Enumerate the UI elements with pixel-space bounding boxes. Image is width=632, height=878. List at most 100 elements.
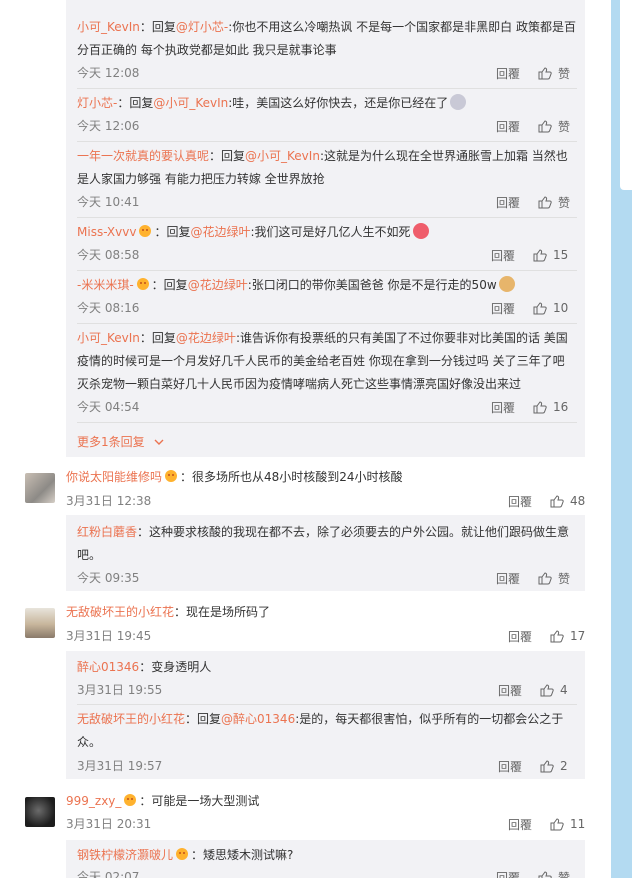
reply-time: 今天 08:16: [77, 301, 140, 315]
comment-text: 999_zxy_ ：可能是一场大型测试: [66, 792, 260, 808]
like-count: 赞: [558, 870, 571, 878]
reply-button[interactable]: 回覆: [508, 816, 532, 833]
reply-actions: 回覆 赞: [496, 570, 570, 586]
like-count: 4: [560, 683, 568, 697]
divider: [77, 323, 577, 324]
reply-button[interactable]: 回覆: [508, 628, 532, 645]
reply-actions: 回覆 16: [491, 399, 568, 415]
reply-author[interactable]: 红粉白蘑香: [77, 525, 137, 539]
like-count: 赞: [558, 571, 571, 586]
comment-author[interactable]: 999_zxy_: [66, 794, 121, 808]
like-count: 15: [553, 248, 569, 262]
reply-text: 无敌破坏王的小红花：回复@醉心01346:是的，每天都很害怕，似乎所有的一切都会…: [77, 712, 564, 749]
reply-author[interactable]: 小可_KevIn: [77, 331, 140, 345]
like-count: 赞: [558, 195, 571, 210]
comment-author[interactable]: 无敌破坏王的小红花: [66, 605, 174, 619]
reply-author[interactable]: 灯小芯-: [77, 96, 117, 110]
reply-text: 一年一次就真的要认真呢：回复@小可_KevIn:这就是为什么现在全世界通胀雪上加…: [77, 149, 568, 186]
mention-link[interactable]: @小可_KevIn: [153, 96, 228, 110]
more-replies-link[interactable]: 更多1条回复: [77, 433, 164, 450]
thumbs-up-icon: [538, 119, 552, 132]
divider: [77, 217, 577, 218]
vip-badge-icon: [163, 468, 179, 482]
reply-button[interactable]: 回覆: [496, 65, 520, 82]
reply-text: 钢铁柠檬济灏啵儿 ：矮思矮木测试嘛?: [77, 846, 294, 862]
thumbs-up-icon: [550, 494, 564, 507]
reply-author[interactable]: Miss-Xvvv: [77, 225, 136, 239]
like-button[interactable]: 10: [533, 301, 568, 315]
reply-text: 灯小芯-：回复@小可_KevIn:哇，美国这么好你快去，还是你已经在了: [77, 92, 577, 115]
like-button[interactable]: 赞: [538, 65, 570, 82]
like-button[interactable]: 17: [550, 629, 585, 643]
comment-time: 3月31日 20:31: [66, 817, 152, 831]
like-button[interactable]: 赞: [538, 194, 570, 211]
avatar[interactable]: [25, 608, 55, 638]
comment-actions: 回覆 48: [508, 493, 585, 509]
reply-author[interactable]: 钢铁柠檬济灏啵儿: [77, 848, 173, 862]
reply-time: 今天 09:35: [77, 571, 140, 585]
like-button[interactable]: 赞: [538, 570, 570, 587]
thumbs-up-icon: [550, 629, 564, 642]
reply-actions: 回覆 15: [491, 247, 568, 263]
like-count: 赞: [558, 119, 571, 134]
like-button[interactable]: 2: [540, 759, 568, 773]
mention-link[interactable]: @花边绿叶: [190, 225, 250, 239]
like-button[interactable]: 4: [540, 683, 568, 697]
vip-badge-icon: [174, 846, 190, 860]
avatar[interactable]: [25, 473, 55, 503]
thumbs-up-icon: [538, 66, 552, 79]
divider: [77, 88, 577, 89]
like-button[interactable]: 11: [550, 817, 585, 831]
reply-button[interactable]: 回覆: [496, 869, 520, 878]
reply-button[interactable]: 回覆: [508, 493, 532, 510]
like-count: 16: [553, 400, 569, 414]
vip-badge-icon: [122, 792, 138, 806]
reply-author[interactable]: 小可_KevIn: [77, 20, 140, 34]
reply-actions: 回覆 赞: [496, 65, 570, 81]
like-count: 11: [570, 817, 586, 831]
mention-link[interactable]: @花边绿叶: [188, 278, 248, 292]
reply-author[interactable]: 醉心01346: [77, 660, 139, 674]
reply-button[interactable]: 回覆: [491, 247, 515, 264]
reply-button[interactable]: 回覆: [496, 194, 520, 211]
comment-text: 无敌破坏王的小红花：现在是场所码了: [66, 605, 271, 619]
divider: [77, 270, 577, 271]
reply-time: 今天 04:54: [77, 400, 140, 414]
reply-button[interactable]: 回覆: [498, 682, 522, 699]
reply-button[interactable]: 回覆: [491, 399, 515, 416]
like-count: 48: [570, 494, 586, 508]
like-button[interactable]: 16: [533, 400, 568, 414]
like-button[interactable]: 赞: [538, 869, 570, 878]
mention-link[interactable]: @花边绿叶: [176, 331, 236, 345]
reply-button[interactable]: 回覆: [496, 570, 520, 587]
reply-author[interactable]: 一年一次就真的要认真呢: [77, 149, 209, 163]
like-count: 17: [570, 629, 586, 643]
divider: [77, 141, 577, 142]
reply-author[interactable]: 无敌破坏王的小红花: [77, 712, 185, 726]
reply-text: 红粉白蘑香：这种要求核酸的我现在都不去，除了必须要去的户外公园。就让他们跟码做生…: [77, 525, 570, 562]
mention-link[interactable]: @灯小芯-: [176, 20, 228, 34]
vip-badge-icon: [137, 223, 153, 237]
like-count: 2: [560, 759, 568, 773]
reply-button[interactable]: 回覆: [496, 118, 520, 135]
divider: [77, 704, 577, 705]
divider: [77, 422, 577, 423]
reply-text: Miss-Xvvv ：回复@花边绿叶:我们这可是好几亿人生不如死: [77, 221, 577, 244]
like-count: 10: [553, 301, 569, 315]
reply-time: 今天 12:08: [77, 66, 140, 80]
thumbs-up-icon: [533, 400, 547, 413]
avatar[interactable]: [25, 797, 55, 827]
thumbs-up-icon: [538, 571, 552, 584]
comment-actions: 回覆 11: [508, 816, 585, 832]
like-button[interactable]: 赞: [538, 118, 570, 135]
mention-link[interactable]: @小可_KevIn: [245, 149, 320, 163]
vip-badge-icon: [135, 276, 151, 290]
reply-button[interactable]: 回覆: [498, 758, 522, 775]
like-button[interactable]: 15: [533, 248, 568, 262]
chevron-down-icon: [154, 439, 164, 445]
mention-link[interactable]: @醉心01346: [221, 712, 295, 726]
reply-author[interactable]: -米米米琪-: [77, 278, 134, 292]
like-button[interactable]: 48: [550, 494, 585, 508]
reply-button[interactable]: 回覆: [491, 300, 515, 317]
comment-author[interactable]: 你说太阳能维修吗: [66, 470, 162, 484]
